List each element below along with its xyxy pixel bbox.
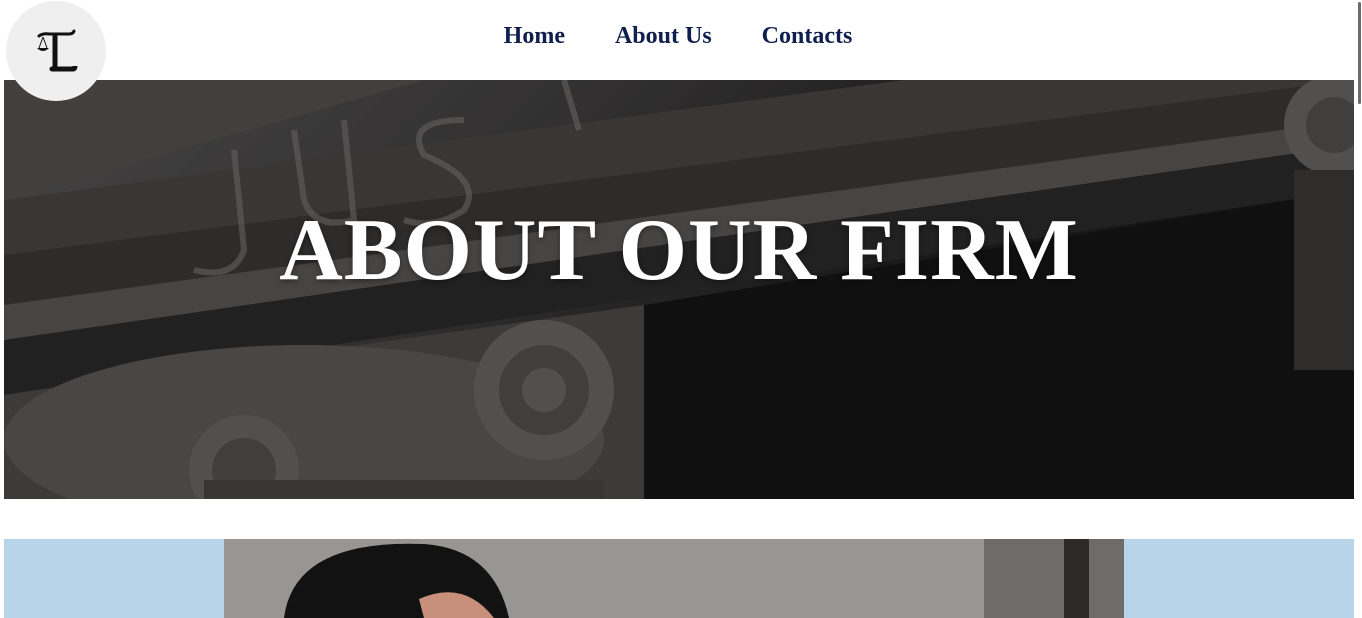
logo[interactable] — [6, 1, 106, 101]
feature-section — [4, 539, 1354, 618]
nav-contacts-link[interactable]: Contacts — [762, 23, 853, 50]
page-scrollbar[interactable] — [1356, 0, 1362, 618]
scales-of-justice-monogram-icon — [37, 29, 78, 72]
nav-about-us-link[interactable]: About Us — [615, 23, 712, 50]
portrait-photo-content — [224, 539, 1124, 618]
hero-banner: ABOUT OUR FIRM — [4, 80, 1354, 499]
hero-title: ABOUT OUR FIRM — [279, 202, 1079, 299]
site-header: Home About Us Contacts — [0, 0, 1356, 101]
page: Home About Us Contacts ABOUT OUR FIRM — [0, 0, 1362, 618]
scrollbar-thumb[interactable] — [1358, 2, 1361, 104]
portrait-photo-image — [224, 539, 1124, 618]
main-nav: Home About Us Contacts — [0, 0, 1356, 72]
nav-home-link[interactable]: Home — [504, 23, 565, 50]
